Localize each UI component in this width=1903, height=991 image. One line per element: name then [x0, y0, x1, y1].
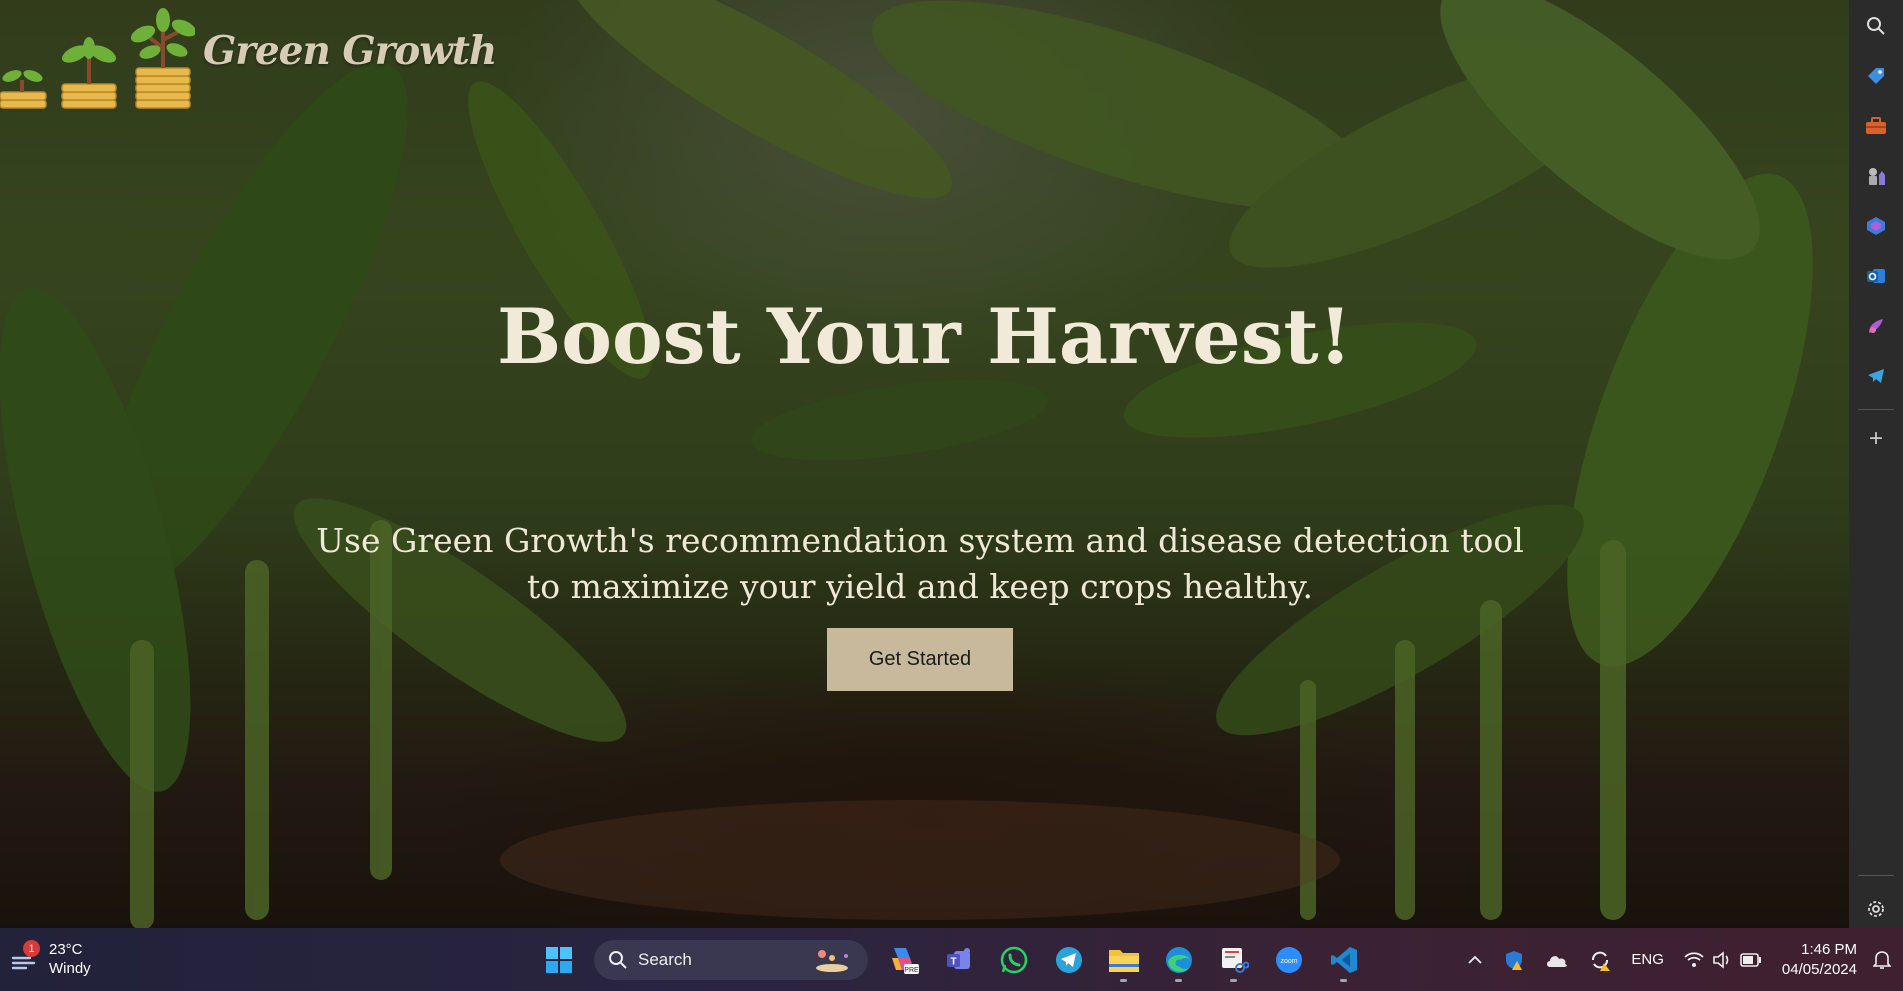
- weather-temp: 23°C: [49, 941, 83, 958]
- brand-name: Green Growth: [203, 28, 497, 74]
- zoom-icon[interactable]: zoom: [1265, 936, 1312, 983]
- search-placeholder: Search: [638, 949, 692, 969]
- volume-icon[interactable]: [1712, 950, 1732, 969]
- teams-icon[interactable]: T: [935, 936, 982, 983]
- taskbar-clock[interactable]: 1:46 PM 04/05/2024: [1782, 940, 1857, 980]
- add-icon[interactable]: +: [1859, 422, 1893, 456]
- copilot-icon[interactable]: [1859, 209, 1893, 243]
- telegram-icon[interactable]: [1045, 936, 1092, 983]
- hero-section: Green Growth Boost Your Harvest! Use Gre…: [0, 0, 1849, 928]
- defender-warning-icon[interactable]: [1503, 949, 1525, 971]
- brand-logo[interactable]: Green Growth: [0, 8, 497, 112]
- get-started-button[interactable]: Get Started: [827, 628, 1013, 691]
- outlook-icon[interactable]: [1859, 259, 1893, 293]
- search-icon: [609, 950, 627, 969]
- hero-subtext: Use Green Growth's recommendation system…: [316, 521, 1524, 606]
- wind-icon: 1: [10, 940, 40, 974]
- taskbar-search-box[interactable]: Search: [594, 939, 868, 980]
- weather-widget[interactable]: 1 23°C Windy: [10, 940, 91, 978]
- running-indicator: [1120, 979, 1127, 982]
- games-icon[interactable]: [1859, 309, 1893, 343]
- windows-taskbar: 1 23°C Windy Search PRE T zoom ENG 1:46 …: [0, 928, 1903, 991]
- taskbar-apps: Search PRE T zoom: [535, 936, 1375, 983]
- search-highlight-icon: [816, 949, 848, 972]
- tag-icon[interactable]: [1859, 59, 1893, 93]
- notification-badge: 1: [23, 940, 40, 957]
- vscode-icon[interactable]: [1320, 936, 1367, 983]
- hero-headline: Boost Your Harvest!: [497, 292, 1352, 381]
- sidebar-divider: [1858, 409, 1894, 410]
- svg-text:T: T: [950, 956, 956, 967]
- plant-coins-icon: [0, 8, 195, 109]
- snipping-tool-icon[interactable]: [1210, 936, 1257, 983]
- whatsapp-icon[interactable]: [990, 936, 1037, 983]
- weather-condition: Windy: [49, 960, 91, 977]
- file-explorer-icon[interactable]: [1100, 936, 1147, 983]
- running-indicator: [1175, 979, 1182, 982]
- battery-icon[interactable]: [1740, 952, 1762, 967]
- sync-warning-icon[interactable]: [1589, 949, 1611, 971]
- search-icon[interactable]: [1859, 9, 1893, 43]
- telegram-icon[interactable]: [1859, 359, 1893, 393]
- edge-icon[interactable]: [1155, 936, 1202, 983]
- onedrive-cloud-icon[interactable]: [1545, 952, 1569, 968]
- windows-start-icon[interactable]: [535, 936, 582, 983]
- language-indicator[interactable]: ENG: [1631, 951, 1664, 968]
- toolbox-icon[interactable]: [1859, 109, 1893, 143]
- clock-date: 04/05/2024: [1781, 960, 1857, 978]
- copilot-pre-icon[interactable]: PRE: [880, 936, 927, 983]
- notification-bell-icon[interactable]: [1873, 950, 1891, 970]
- running-indicator: [1340, 979, 1347, 982]
- running-indicator: [1230, 979, 1237, 982]
- gear-icon[interactable]: [1859, 892, 1893, 926]
- chevron-up-icon[interactable]: [1467, 955, 1483, 965]
- system-tray: ENG 1:46 PM 04/05/2024: [1467, 928, 1903, 991]
- chess-icon[interactable]: [1859, 159, 1893, 193]
- hero-overlay: [0, 0, 1849, 928]
- browser-edge-sidebar: +: [1849, 0, 1903, 928]
- svg-text:PRE: PRE: [904, 967, 919, 974]
- wifi-icon[interactable]: [1684, 951, 1704, 968]
- svg-text:zoom: zoom: [1280, 958, 1297, 965]
- sidebar-divider-bottom: [1858, 875, 1894, 876]
- clock-time: 1:46 PM: [1801, 940, 1857, 958]
